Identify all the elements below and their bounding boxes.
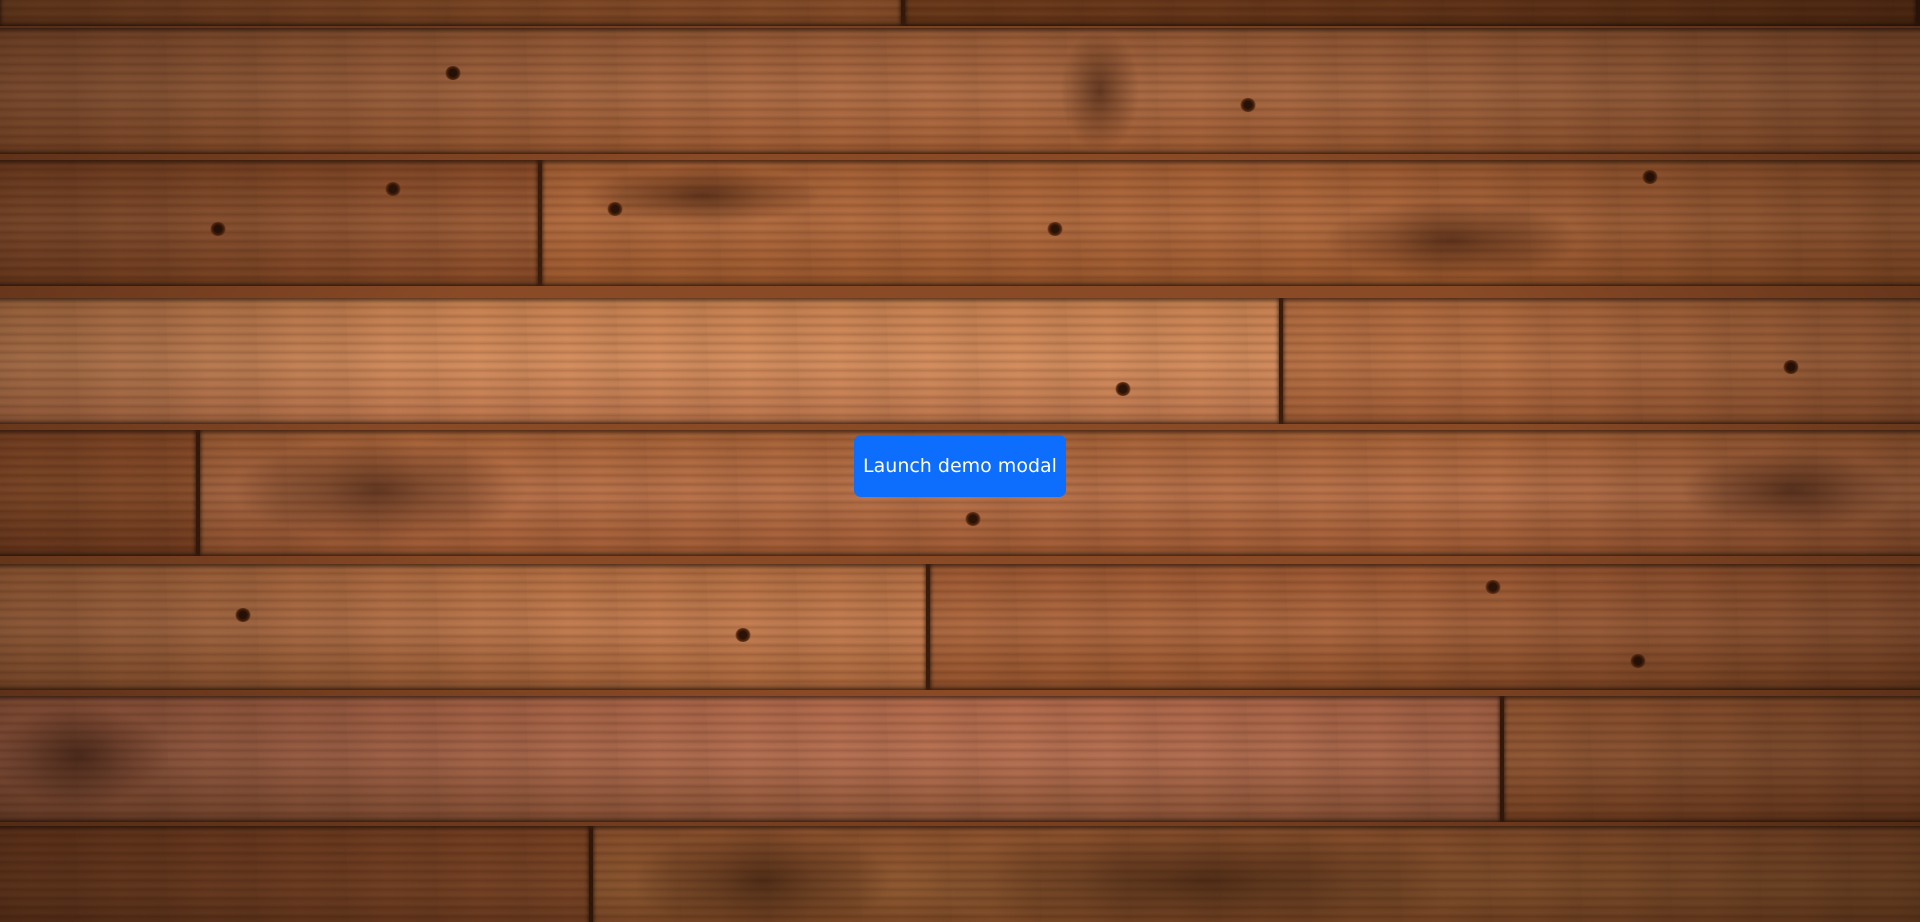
wood-plank	[0, 696, 1504, 822]
wood-plank	[0, 298, 1283, 424]
wood-plank	[1283, 298, 1920, 424]
wood-plank	[593, 826, 1920, 922]
wood-plank	[905, 0, 1920, 26]
wood-plank	[0, 430, 200, 556]
launch-demo-modal-button[interactable]: Launch demo modal	[854, 435, 1066, 497]
wood-plank	[930, 564, 1920, 690]
wood-plank	[0, 0, 905, 26]
wood-plank	[542, 160, 1920, 286]
wood-plank	[0, 28, 1920, 154]
wood-plank	[1504, 696, 1920, 822]
wood-plank	[0, 826, 593, 922]
wood-plank	[0, 160, 542, 286]
wood-background: Launch demo modal	[0, 0, 1920, 922]
wood-plank	[0, 564, 930, 690]
